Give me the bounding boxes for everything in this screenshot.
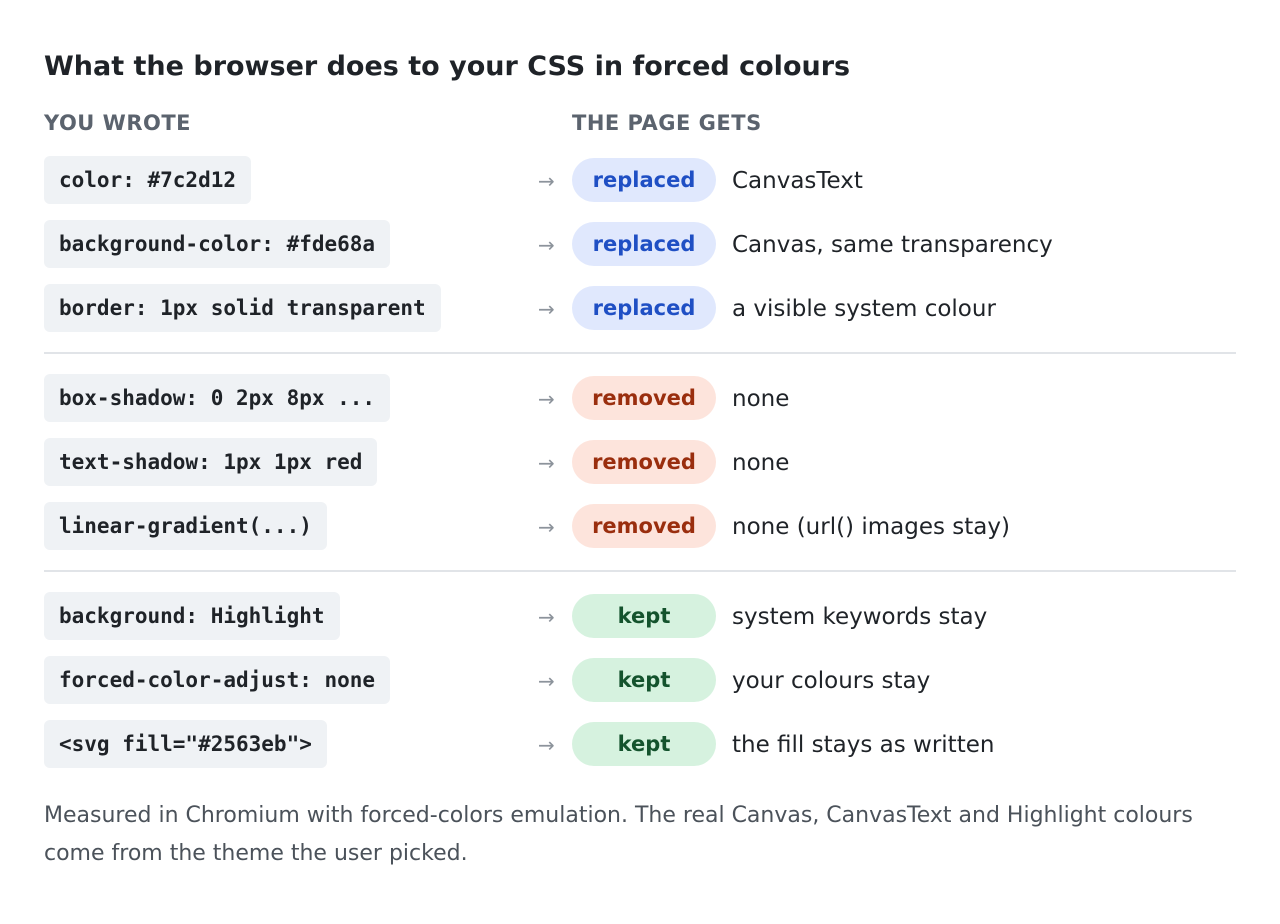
table-row: background: Highlight → kept system keyw… (44, 592, 1236, 640)
group-divider (44, 352, 1236, 354)
column-header-page-gets: THE PAGE GETS (572, 111, 762, 135)
status-badge: replaced (572, 158, 716, 202)
result-text: none (url() images stay) (732, 514, 1010, 540)
result-text: CanvasText (732, 168, 863, 194)
status-badge: replaced (572, 286, 716, 330)
group-divider (44, 570, 1236, 572)
status-badge: removed (572, 504, 716, 548)
arrow-right-icon: → (538, 605, 555, 629)
css-declaration: text-shadow: 1px 1px red (44, 438, 378, 486)
table-row: linear-gradient(...) → removed none (url… (44, 502, 1236, 550)
css-declaration: <svg fill="#2563eb"> (44, 720, 327, 768)
page-title: What the browser does to your CSS in for… (44, 51, 851, 82)
table-row: border: 1px solid transparent → replaced… (44, 284, 1236, 332)
result-text: your colours stay (732, 668, 931, 694)
css-declaration: background-color: #fde68a (44, 220, 391, 268)
status-badge: removed (572, 376, 716, 420)
column-header-you-wrote: YOU WROTE (44, 111, 192, 135)
result-text: none (732, 386, 790, 412)
result-text: none (732, 450, 790, 476)
arrow-right-icon: → (538, 387, 555, 411)
css-declaration: forced-color-adjust: none (44, 656, 391, 704)
result-text: Canvas, same transparency (732, 232, 1053, 258)
table-row: color: #7c2d12 → replaced CanvasText (44, 156, 1236, 204)
status-badge: kept (572, 658, 716, 702)
css-declaration: border: 1px solid transparent (44, 284, 441, 332)
css-declaration: linear-gradient(...) (44, 502, 327, 550)
status-badge: kept (572, 722, 716, 766)
css-declaration: background: Highlight (44, 592, 340, 640)
status-badge: kept (572, 594, 716, 638)
status-badge: removed (572, 440, 716, 484)
table-row: text-shadow: 1px 1px red → removed none (44, 438, 1236, 486)
result-text: the fill stays as written (732, 732, 995, 758)
arrow-right-icon: → (538, 733, 555, 757)
table-row: <svg fill="#2563eb"> → kept the fill sta… (44, 720, 1236, 768)
table-row: background-color: #fde68a → replaced Can… (44, 220, 1236, 268)
arrow-right-icon: → (538, 233, 555, 257)
css-declaration: color: #7c2d12 (44, 156, 252, 204)
table-row: forced-color-adjust: none → kept your co… (44, 656, 1236, 704)
result-text: system keywords stay (732, 604, 988, 630)
arrow-right-icon: → (538, 451, 555, 475)
arrow-right-icon: → (538, 169, 555, 193)
status-badge: replaced (572, 222, 716, 266)
table-row: box-shadow: 0 2px 8px ... → removed none (44, 374, 1236, 422)
arrow-right-icon: → (538, 515, 555, 539)
arrow-right-icon: → (538, 297, 555, 321)
result-text: a visible system colour (732, 296, 996, 322)
arrow-right-icon: → (538, 669, 555, 693)
footnote: Measured in Chromium with forced-colors … (44, 803, 1193, 866)
css-declaration: box-shadow: 0 2px 8px ... (44, 374, 391, 422)
